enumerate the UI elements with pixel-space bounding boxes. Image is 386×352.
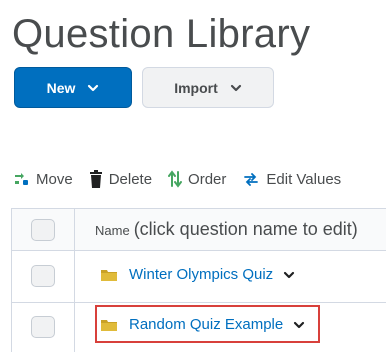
delete-action[interactable]: Delete [89, 170, 152, 188]
order-action[interactable]: Order [168, 170, 226, 188]
chevron-down-icon [230, 84, 241, 91]
row-check-cell [12, 251, 75, 302]
folder-icon [101, 269, 117, 281]
move-action[interactable]: Move [12, 170, 73, 188]
action-toolbar: Move Delete Order Edit Values [12, 168, 386, 190]
row-check-cell [12, 303, 75, 352]
trash-icon [89, 170, 102, 188]
delete-label: Delete [108, 170, 153, 188]
import-button-label: Import [174, 79, 218, 96]
highlight-annotation [95, 305, 320, 343]
table-header-row: Name (click question name to edit) [12, 209, 386, 251]
name-column-header[interactable]: Name (click question name to edit) [95, 219, 358, 240]
chevron-down-icon [88, 84, 99, 91]
folder-item: Winter Olympics Quiz [101, 266, 295, 283]
order-label: Order [188, 170, 227, 188]
move-icon [15, 173, 28, 185]
page-title: Question Library [12, 12, 311, 56]
folder-link[interactable]: Winter Olympics Quiz [129, 266, 273, 283]
select-all-cell [12, 209, 75, 250]
select-all-checkbox[interactable] [31, 219, 55, 241]
chevron-down-icon[interactable] [283, 270, 295, 280]
edit-values-action[interactable]: Edit Values [242, 171, 341, 188]
name-header-hint: (click question name to edit) [133, 219, 358, 239]
swap-icon [244, 173, 259, 186]
table-row: Winter Olympics Quiz [12, 251, 386, 303]
sort-arrows-icon [168, 170, 183, 188]
name-header-label: Name [95, 223, 130, 238]
row-checkbox[interactable] [31, 316, 55, 338]
import-button[interactable]: Import [142, 67, 274, 108]
new-button-label: New [46, 79, 76, 96]
edit-values-label: Edit Values [266, 170, 342, 188]
move-label: Move [36, 170, 73, 188]
row-checkbox[interactable] [31, 265, 55, 287]
new-button[interactable]: New [14, 67, 132, 108]
